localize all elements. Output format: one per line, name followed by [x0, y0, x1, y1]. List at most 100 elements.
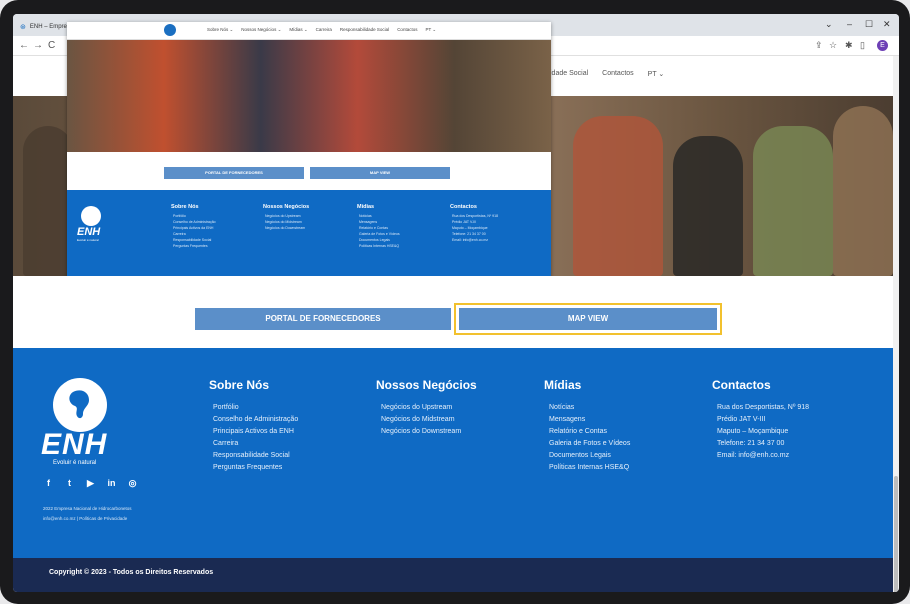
overlay-brand-word: ENH	[77, 226, 101, 238]
footer-link[interactable]: Documentos Legais	[549, 452, 611, 459]
overlay-col-title: Nossos Negócios	[263, 204, 310, 210]
close-icon[interactable]: ✕	[883, 19, 891, 30]
scrollbar[interactable]	[893, 56, 899, 592]
copyright-bar: Copyright © 2023 - Todos os Direitos Res…	[13, 558, 899, 592]
nav-item-language[interactable]: PT ⌄	[648, 70, 665, 78]
overlay-nav-item[interactable]: Sobre Nós ⌄	[207, 27, 233, 33]
overlay-nav-item[interactable]: Contactos	[397, 27, 417, 33]
forward-icon[interactable]: →	[33, 40, 43, 51]
site-footer: ENH Evoluir é natural f t ▶ in ◎ 2022 Em…	[13, 348, 899, 558]
overlay-nav-item[interactable]: Responsabilidade Social	[340, 27, 389, 33]
overlay-col-item: Rua dos Desportistas, Nº 918	[452, 214, 499, 218]
overlay-logo-icon	[164, 24, 176, 36]
sidepanel-icon[interactable]: ▯	[860, 40, 865, 51]
share-icon[interactable]: ⇪	[815, 40, 823, 51]
footer-contact: Telefone: 21 34 37 00	[717, 440, 785, 447]
footer-link[interactable]: Negócios do Upstream	[381, 404, 452, 411]
overlay-col-item[interactable]: Perguntas Frequentes	[173, 244, 208, 248]
social-links: f t ▶ in ◎	[43, 478, 138, 489]
device-frame: ⊛ ENH – Empre ⌄ – ☐ ✕ ← → C ⇪ ☆ ✱ ▯ E id…	[0, 0, 910, 604]
footer-contact: Rua dos Desportistas, Nº 918	[717, 404, 810, 411]
overlay-col-item[interactable]: Negócios do Downstream	[265, 226, 305, 230]
footer-link[interactable]: Perguntas Frequentes	[213, 464, 282, 471]
overlay-col-item[interactable]: Negócios do Upstream	[265, 214, 301, 218]
footer-link[interactable]: Mensagens	[549, 416, 585, 423]
footer-link[interactable]: Principais Activos da ENH	[213, 428, 294, 435]
overlay-col-item[interactable]: Carreira	[173, 232, 186, 236]
overlay-col-item[interactable]: Políticas Internas HSE&Q	[359, 244, 399, 248]
overlay-hero-image	[67, 40, 551, 152]
overlay-col-item[interactable]: Galeria de Fotos e Vídeos	[359, 232, 400, 236]
footer-link[interactable]: Portfólio	[213, 404, 239, 411]
back-icon[interactable]: ←	[19, 40, 29, 51]
maximize-icon[interactable]: ☐	[865, 19, 873, 30]
nav-item-responsabilidade[interactable]: idade Social	[550, 70, 588, 78]
overlay-col-item[interactable]: Notícias	[359, 214, 372, 218]
footer-col-title-contactos: Contactos	[712, 378, 771, 392]
footer-link[interactable]: Responsabilidade Social	[213, 452, 290, 459]
youtube-icon[interactable]: ▶	[85, 478, 96, 489]
facebook-icon[interactable]: f	[43, 478, 54, 489]
overlay-col-item[interactable]: Documentos Legais	[359, 238, 390, 242]
overlay-col-item: Maputo – Moçambique	[452, 226, 488, 230]
bookmark-star-icon[interactable]: ☆	[829, 40, 837, 51]
overlay-col-item[interactable]: Principais Activos da ENH	[173, 226, 213, 230]
overlay-col-item[interactable]: Relatório e Contas	[359, 226, 388, 230]
tab-list-chevron-icon[interactable]: ⌄	[825, 19, 833, 30]
footer-link[interactable]: Carreira	[213, 440, 238, 447]
favicon-icon: ⊛	[20, 23, 26, 31]
site-nav: idade Social Contactos PT ⌄	[550, 70, 664, 78]
overlay-col-title: Mídias	[357, 204, 375, 210]
overlay-nav-item[interactable]: Nossos Negócios ⌄	[241, 27, 281, 33]
overlay-col-item[interactable]: Responsabilidade Social	[173, 238, 211, 242]
overlay-brand: ENH Evoluir é natural	[77, 206, 101, 242]
overlay-brand-tag: Evoluir é natural	[77, 238, 99, 242]
extensions-icon[interactable]: ✱	[845, 40, 853, 51]
footer-contact: Maputo – Moçambique	[717, 428, 789, 435]
overlay-nav-item[interactable]: Mídias ⌄	[289, 27, 307, 33]
linkedin-icon[interactable]: in	[106, 478, 117, 489]
footer-col-title-sobre: Sobre Nós	[209, 378, 270, 392]
reload-icon[interactable]: C	[48, 40, 55, 51]
minimize-icon[interactable]: –	[847, 19, 852, 29]
footer-company-line: 2022 Empresa Nacional de Hidrocarbonetos	[43, 506, 132, 511]
overlay-button-row: PORTAL DE FORNECEDORES MAP VIEW	[67, 152, 551, 190]
overlay-col-item[interactable]: Portfólio	[173, 214, 186, 218]
brand-wordmark: ENH	[41, 428, 108, 461]
tab-title: ENH – Empre	[29, 23, 67, 30]
overlay-fornecedores-button[interactable]: PORTAL DE FORNECEDORES	[164, 167, 304, 179]
enh-logo-icon	[53, 378, 107, 432]
twitter-icon[interactable]: t	[64, 478, 75, 489]
footer-link[interactable]: Conselho de Administração	[213, 416, 298, 423]
footer-brand: ENH Evoluir é natural	[41, 378, 107, 466]
footer-link[interactable]: Políticas Internas HSE&Q	[549, 464, 629, 471]
overlay-col-item[interactable]: Negócios do Midstream	[265, 220, 302, 224]
footer-col-title-midias: Mídias	[544, 378, 582, 392]
overlay-footer: ENH Evoluir é natural Sobre Nós Portfóli…	[67, 190, 551, 287]
footer-link[interactable]: Negócios do Downstream	[381, 428, 461, 435]
scrollbar-thumb[interactable]	[894, 476, 898, 592]
instagram-icon[interactable]: ◎	[127, 478, 138, 489]
nav-item-contactos[interactable]: Contactos	[602, 70, 634, 78]
footer-link[interactable]: Notícias	[549, 404, 574, 411]
footer-link[interactable]: Negócios do Midstream	[381, 416, 455, 423]
overlay-brand-logo-icon	[81, 206, 101, 226]
overlay-map-view-button[interactable]: MAP VIEW	[310, 167, 450, 179]
overlay-nav-item[interactable]: PT ⌄	[425, 27, 436, 33]
footer-link[interactable]: Galeria de Fotos e Vídeos	[549, 440, 630, 447]
overlay-col-item: Telefone: 21 34 37 00	[452, 232, 486, 236]
overlay-col-title: Contactos	[450, 204, 477, 210]
portal-fornecedores-button[interactable]: PORTAL DE FORNECEDORES	[195, 308, 451, 330]
button-row: PORTAL DE FORNECEDORES MAP VIEW	[13, 276, 899, 348]
screenshot-overlay: Sobre Nós ⌄ Nossos Negócios ⌄ Mídias ⌄ C…	[67, 22, 551, 287]
footer-col-title-negocios: Nossos Negócios	[376, 378, 477, 392]
profile-avatar[interactable]: E	[877, 40, 888, 51]
overlay-col-item[interactable]: Mensagens	[359, 220, 377, 224]
overlay-col-item[interactable]: Conselho de Administração	[173, 220, 216, 224]
footer-privacy-link[interactable]: info@enh.co.mz | Políticas de Privacidad…	[43, 516, 127, 521]
map-view-button[interactable]: MAP VIEW	[459, 308, 717, 330]
footer-email-link[interactable]: Email: info@enh.co.mz	[717, 452, 789, 459]
overlay-col-title: Sobre Nós	[171, 204, 199, 210]
overlay-nav-item[interactable]: Carreira	[316, 27, 332, 33]
footer-link[interactable]: Relatório e Contas	[549, 428, 607, 435]
